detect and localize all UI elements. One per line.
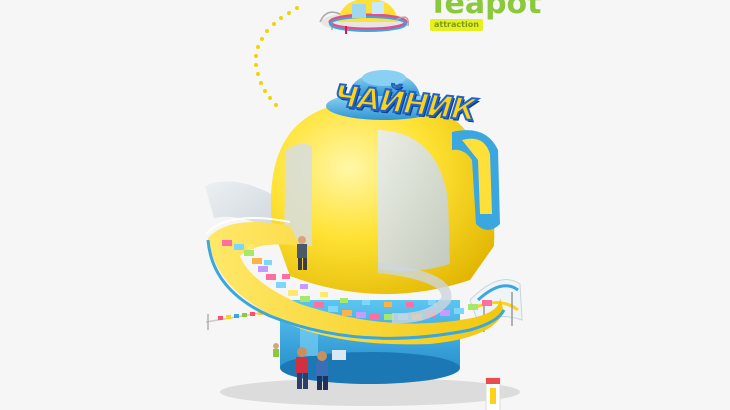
banner-post: [485, 377, 501, 410]
figure-on-ramp: [297, 236, 307, 270]
teapot-attraction-render: [205, 0, 523, 410]
thumbnail-teapot: [319, 0, 409, 34]
brand-tagline: attraction: [430, 19, 483, 31]
figure-ground-2: [316, 351, 328, 390]
figure-ground-1: [296, 347, 308, 389]
figure-small: [273, 343, 279, 357]
dotted-arc: [254, 6, 299, 107]
